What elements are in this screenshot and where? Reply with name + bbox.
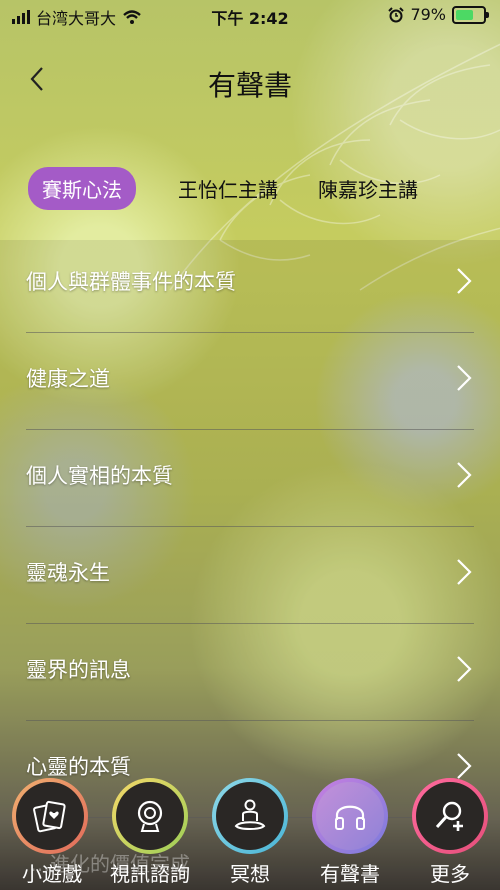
nav-video-button[interactable] — [112, 778, 188, 854]
nav-bar: 有聲書 — [0, 56, 500, 106]
nav-audiobook-label: 有聲書 — [320, 862, 380, 886]
status-bar: 台湾大哥大 下午 2:42 79% — [0, 0, 500, 30]
chevron-right-icon — [457, 365, 472, 391]
audiobook-list: 個人與群體事件的本質 健康之道 個人實相的本質 靈魂永生 靈界的訊息 心靈的本質 — [26, 236, 474, 818]
alarm-icon — [388, 6, 405, 22]
list-item[interactable]: 靈界的訊息 — [26, 624, 474, 721]
battery-percent: 79% — [410, 5, 446, 24]
nav-games-label: 小遊戲 — [22, 862, 82, 886]
list-item[interactable]: 個人實相的本質 — [26, 430, 474, 527]
nav-meditation-label: 冥想 — [230, 862, 270, 886]
list-item-label: 靈界的訊息 — [26, 658, 131, 682]
add-user-icon — [435, 801, 463, 831]
list-item-label: 個人與群體事件的本質 — [26, 270, 236, 294]
list-item[interactable]: 健康之道 — [26, 333, 474, 430]
tab-chen[interactable]: 陳嘉珍主講 — [318, 174, 418, 203]
tab-wang[interactable]: 王怡仁主講 — [178, 174, 278, 203]
chevron-right-icon — [457, 656, 472, 682]
page-title: 有聲書 — [207, 69, 292, 102]
bottom-nav: 小遊戲 視訊諮詢 冥想 有聲書 更多 — [0, 770, 500, 890]
nav-video-label: 視訊諮詢 — [110, 862, 190, 886]
headphones-icon — [335, 805, 365, 830]
tab-seth[interactable]: 賽斯心法 — [28, 166, 136, 210]
list-item[interactable]: 個人與群體事件的本質 — [26, 236, 474, 333]
nav-more-label: 更多 — [430, 862, 470, 886]
chevron-right-icon — [457, 268, 472, 294]
nav-games-button[interactable] — [12, 778, 88, 854]
list-item-label: 個人實相的本質 — [26, 464, 173, 488]
battery-icon — [452, 5, 489, 24]
meditation-icon — [234, 799, 266, 830]
nav-more-button[interactable] — [412, 778, 488, 854]
list-item[interactable]: 靈魂永生 — [26, 527, 474, 624]
cards-icon — [33, 800, 66, 833]
chevron-right-icon — [457, 462, 472, 488]
webcam-icon — [137, 800, 163, 832]
nav-audiobook-button[interactable] — [312, 778, 388, 854]
category-tabs: 賽斯心法 王怡仁主講 陳嘉珍主講 — [28, 166, 500, 210]
chevron-right-icon — [457, 559, 472, 585]
list-item-label: 健康之道 — [26, 367, 110, 391]
nav-meditation-button[interactable] — [212, 778, 288, 854]
list-item-label: 靈魂永生 — [26, 561, 110, 585]
